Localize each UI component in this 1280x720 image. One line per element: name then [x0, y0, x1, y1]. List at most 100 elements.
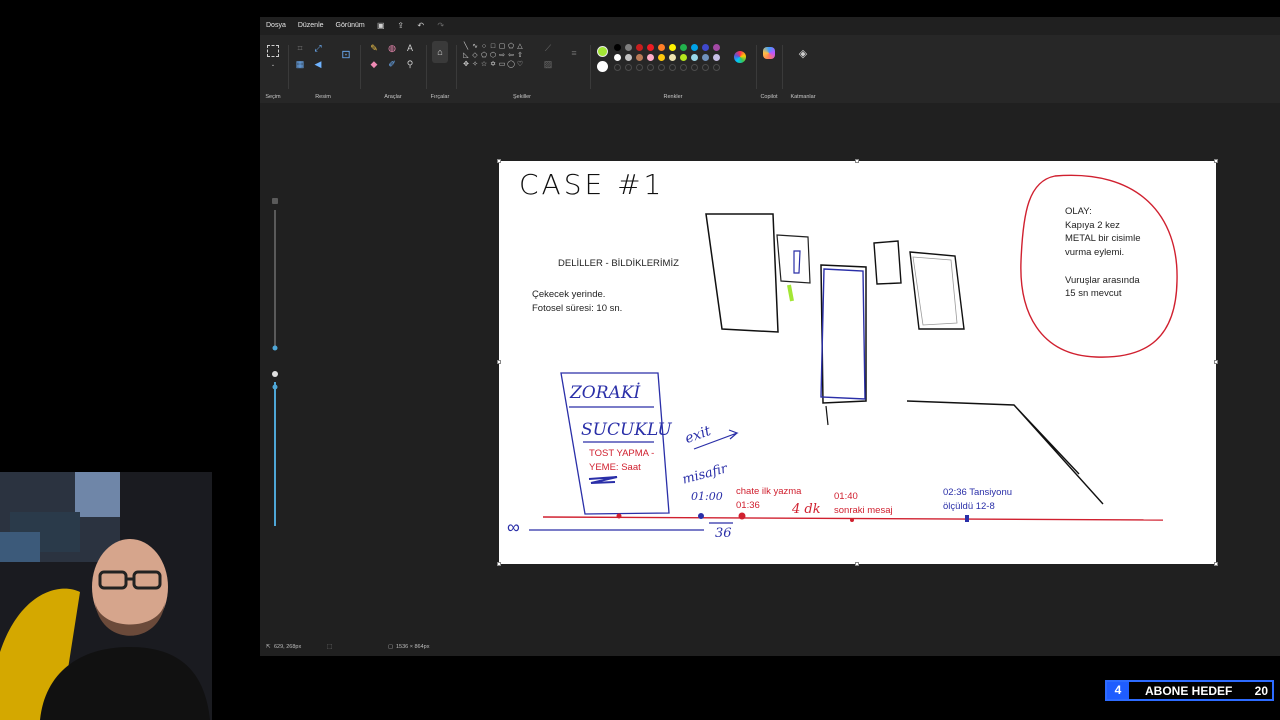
- canvas-size-icon: ▢: [388, 644, 394, 650]
- pencil-icon[interactable]: ✎: [368, 42, 380, 54]
- toast-line-2: YEME: Saat: [589, 462, 641, 473]
- webcam-overlay: [0, 472, 212, 720]
- fill-icon[interactable]: ◍: [386, 42, 398, 54]
- palette-color-swatch[interactable]: [691, 44, 698, 51]
- tall-box-leg: [825, 405, 829, 426]
- palette-color-swatch[interactable]: [636, 44, 643, 51]
- copilot-icon[interactable]: [763, 47, 775, 59]
- menu-file[interactable]: Dosya: [260, 17, 292, 35]
- palette-color-swatch[interactable]: [713, 44, 720, 51]
- divider: [756, 45, 757, 89]
- evidence-line-1: Çekecek yerinde.: [532, 289, 606, 300]
- palette-color-swatch[interactable]: [625, 44, 632, 51]
- resize-handle-bottom[interactable]: [855, 562, 859, 566]
- palette-color-swatch[interactable]: [614, 44, 621, 51]
- empty-color-slot[interactable]: [680, 64, 687, 71]
- palette-color-swatch[interactable]: [647, 54, 654, 61]
- empty-color-slot[interactable]: [691, 64, 698, 71]
- timeline-bp-line-1: 02:36 Tansiyonu: [943, 487, 1013, 498]
- resize-handle-top-right[interactable]: [1214, 159, 1218, 163]
- palette-color-swatch[interactable]: [669, 44, 676, 51]
- handwritten-sucuklu: SUCUKLU: [581, 420, 672, 440]
- resize-handle-top-left[interactable]: [497, 159, 501, 163]
- palette-color-swatch[interactable]: [713, 54, 720, 61]
- evidence-heading: DELİLLER - BİLDİKLERİMİZ: [558, 258, 679, 269]
- palette-color-swatch[interactable]: [647, 44, 654, 51]
- magnifier-icon[interactable]: ⚲: [404, 58, 416, 70]
- palette-color-swatch[interactable]: [614, 54, 621, 61]
- resize-handle-bottom-left[interactable]: [497, 562, 501, 566]
- cabinet-sketch: [873, 240, 902, 285]
- palette-color-swatch[interactable]: [702, 44, 709, 51]
- timeline-chat-line-1: chate ilk yazma: [736, 486, 802, 497]
- divider: [590, 45, 591, 89]
- empty-color-slot[interactable]: [658, 64, 665, 71]
- line-width-icon[interactable]: ≡: [568, 47, 580, 59]
- undo-icon[interactable]: ↶: [411, 17, 431, 35]
- empty-color-slot[interactable]: [625, 64, 632, 71]
- color-wheel-icon[interactable]: [734, 51, 746, 63]
- palette-color-swatch[interactable]: [702, 54, 709, 61]
- empty-color-slot[interactable]: [636, 64, 643, 71]
- active-color-swatch[interactable]: [597, 46, 608, 57]
- crop-icon[interactable]: ⌗: [294, 42, 306, 54]
- rotate-icon[interactable]: ◀: [312, 58, 324, 70]
- select-rectangle-icon[interactable]: [267, 45, 279, 57]
- timeline-next-line-2: sonraki mesaj: [834, 505, 893, 516]
- resize-handle-top[interactable]: [855, 159, 859, 163]
- drawing-canvas[interactable]: CASE #1 DELİLLER - BİLDİKLERİMİZ Çekecek…: [497, 159, 1218, 566]
- text-icon[interactable]: A: [404, 42, 416, 54]
- share-icon[interactable]: ⇪: [391, 17, 411, 35]
- color-picker-icon[interactable]: ✐: [386, 58, 398, 70]
- palette-color-swatch[interactable]: [625, 54, 632, 61]
- palette-color-swatch[interactable]: [680, 54, 687, 61]
- subscriber-goal-widget: 4 ABONE HEDEF 20: [1105, 680, 1274, 701]
- eraser-icon[interactable]: ◆: [368, 58, 380, 70]
- palette-color-swatch[interactable]: [669, 54, 676, 61]
- palette-color-swatch[interactable]: [691, 54, 698, 61]
- goal-label: ABONE HEDEF: [1145, 683, 1233, 698]
- tall-box-blue-sketch: [820, 268, 866, 400]
- empty-color-slot[interactable]: [669, 64, 676, 71]
- resize-handle-right[interactable]: [1214, 360, 1218, 364]
- remove-background-icon[interactable]: ▦: [294, 58, 306, 70]
- resize-handle-bottom-right[interactable]: [1214, 562, 1218, 566]
- ribbon: ⌄ Seçim ⌗ ⤢ ⊡ ▦ ◀ Resim ✎ ◍ A ◆ ✐ ⚲ Araç…: [260, 35, 1280, 103]
- shapes-label: Şekiller: [512, 94, 532, 100]
- timeline-marker-3: [850, 518, 854, 522]
- zoom-slider[interactable]: [270, 196, 280, 526]
- menu-edit[interactable]: Düzenle: [292, 17, 330, 35]
- palette-color-swatch[interactable]: [658, 54, 665, 61]
- layers-label: Katmanlar: [790, 94, 816, 100]
- empty-color-slot[interactable]: [702, 64, 709, 71]
- save-icon[interactable]: ▣: [371, 17, 391, 35]
- divider: [782, 45, 783, 89]
- door-inner-sketch: [793, 250, 801, 274]
- layers-icon[interactable]: ◈: [797, 48, 809, 60]
- resize-handle-left[interactable]: [497, 360, 501, 364]
- brush-icon[interactable]: ⌂: [432, 41, 448, 63]
- empty-color-slot[interactable]: [713, 64, 720, 71]
- goal-current-count: 4: [1107, 682, 1129, 699]
- timeline-marker-start: [616, 513, 622, 519]
- redo-icon[interactable]: ↷: [431, 17, 451, 35]
- chevron-down-icon[interactable]: ⌄: [267, 59, 279, 71]
- palette-color-swatch[interactable]: [636, 54, 643, 61]
- menu-view[interactable]: Görünüm: [330, 17, 371, 35]
- resize-icon[interactable]: ⤢: [312, 42, 324, 54]
- timeline-marker-4: [965, 515, 969, 522]
- event-circle: [1020, 174, 1178, 358]
- fill-shape-icon[interactable]: ▨: [542, 58, 554, 70]
- divider: [360, 45, 361, 89]
- selection-group: ⌄ Seçim: [260, 39, 286, 103]
- outline-icon[interactable]: ⟋: [542, 42, 554, 54]
- image-search-icon[interactable]: ⊡: [340, 49, 352, 61]
- empty-color-slot[interactable]: [614, 64, 621, 71]
- heart-shape-icon[interactable]: ♡: [514, 59, 526, 71]
- empty-color-slot[interactable]: [647, 64, 654, 71]
- copilot-label: Copilot: [760, 94, 778, 100]
- palette-color-swatch[interactable]: [680, 44, 687, 51]
- secondary-color-swatch[interactable]: [597, 61, 608, 72]
- palette-color-swatch[interactable]: [658, 44, 665, 51]
- shelf-shade-sketch: [912, 256, 958, 326]
